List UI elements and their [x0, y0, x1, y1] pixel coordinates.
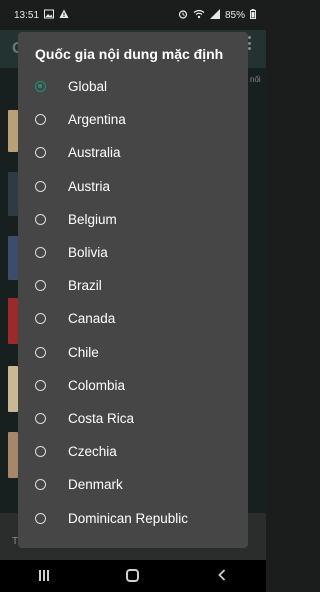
- country-option-label: Australia: [68, 145, 121, 161]
- dialog-title: Quốc gia nội dung mặc định: [35, 46, 224, 62]
- warning-icon: [59, 9, 69, 21]
- country-option[interactable]: Brazil: [18, 269, 248, 302]
- background-thumbnail: [8, 432, 18, 478]
- status-right: 85%: [178, 9, 256, 21]
- battery-icon: [250, 9, 256, 21]
- wifi-icon: [193, 9, 205, 21]
- radio-button[interactable]: [35, 180, 46, 192]
- background-thumbnail: [8, 236, 18, 280]
- country-option[interactable]: Costa Rica: [18, 402, 248, 435]
- radio-button[interactable]: [35, 147, 46, 159]
- signal-icon: [209, 9, 220, 21]
- background-thumbnail: [8, 172, 18, 216]
- country-option[interactable]: Belgium: [18, 203, 248, 236]
- back-icon: [217, 568, 227, 584]
- country-option-label: Brazil: [68, 278, 102, 294]
- country-option[interactable]: Denmark: [18, 468, 248, 501]
- background-thumbnail: [8, 110, 18, 152]
- home-icon: [126, 568, 140, 582]
- battery-level: 85%: [224, 9, 245, 21]
- status-left: 13:51: [14, 9, 69, 21]
- country-options-list[interactable]: Global Argentina Australia Austria Belgium Bo…: [18, 70, 248, 535]
- background-side-text: nối: [250, 75, 261, 84]
- status-bar: 13:51 85%: [0, 0, 266, 30]
- radio-button[interactable]: [35, 379, 46, 391]
- country-option-label: Denmark: [68, 477, 123, 493]
- country-option-label: Global: [68, 79, 108, 95]
- recents-icon: [39, 570, 50, 581]
- country-option-label: Colombia: [68, 377, 126, 393]
- navigation-bar: [0, 560, 266, 592]
- country-option[interactable]: Global: [18, 70, 248, 103]
- country-option[interactable]: Canada: [18, 302, 248, 335]
- country-option[interactable]: Czechia: [18, 435, 248, 468]
- country-option[interactable]: Argentina: [18, 103, 248, 136]
- back-button[interactable]: [192, 569, 252, 583]
- country-option[interactable]: Dominican Republic: [18, 501, 248, 534]
- radio-button[interactable]: [35, 280, 46, 292]
- country-option-label: Dominican Republic: [68, 510, 189, 526]
- country-option-label: Bolivia: [68, 245, 108, 261]
- radio-button[interactable]: [35, 81, 46, 93]
- radio-button[interactable]: [35, 346, 46, 358]
- background-thumbnail: [8, 298, 18, 344]
- country-option[interactable]: Australia: [18, 136, 248, 169]
- country-option-label: Czechia: [68, 444, 117, 460]
- radio-button[interactable]: [35, 247, 46, 259]
- radio-button[interactable]: [35, 446, 46, 458]
- radio-button[interactable]: [35, 479, 46, 491]
- overflow-menu-icon: [248, 36, 252, 50]
- radio-button[interactable]: [35, 512, 46, 524]
- country-option-label: Belgium: [68, 211, 117, 227]
- country-option[interactable]: Chile: [18, 336, 248, 369]
- country-option[interactable]: Austria: [18, 170, 248, 203]
- radio-button[interactable]: [35, 412, 46, 424]
- country-option[interactable]: Colombia: [18, 369, 248, 402]
- radio-button[interactable]: [35, 313, 46, 325]
- recents-button[interactable]: [14, 569, 74, 583]
- country-option[interactable]: Bolivia: [18, 236, 248, 269]
- country-option-label: Chile: [68, 344, 99, 360]
- image-icon: [44, 9, 55, 21]
- country-dialog: Quốc gia nội dung mặc định Global Argenti…: [18, 32, 248, 548]
- country-option-label: Costa Rica: [68, 410, 135, 426]
- radio-button[interactable]: [35, 213, 46, 225]
- alarm-icon: [178, 9, 188, 21]
- country-option-label: Austria: [68, 178, 111, 194]
- country-option-label: Argentina: [68, 112, 126, 128]
- status-time: 13:51: [14, 9, 40, 21]
- background-thumbnail: [8, 366, 18, 412]
- home-button[interactable]: [103, 568, 163, 584]
- country-option-label: Canada: [68, 311, 116, 327]
- radio-button[interactable]: [35, 114, 46, 126]
